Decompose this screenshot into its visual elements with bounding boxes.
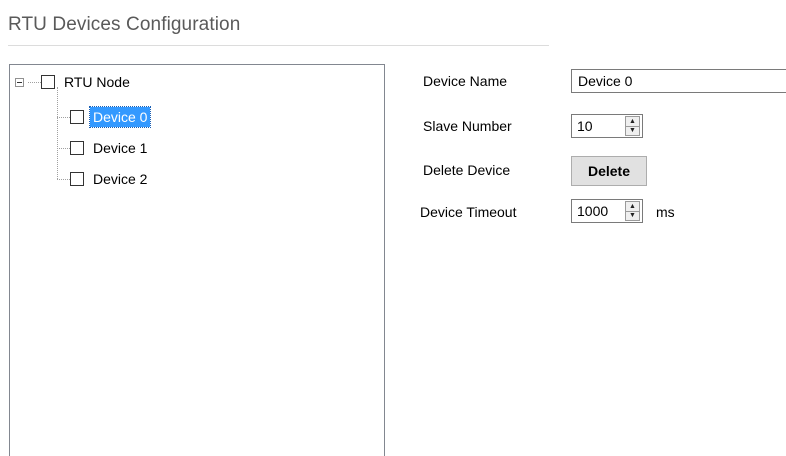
device-1-checkbox[interactable] xyxy=(70,141,84,155)
device-timeout-label: Device Timeout xyxy=(420,204,517,220)
tree-connector-device-0 xyxy=(57,117,70,118)
slave-number-spin-buttons: ▲ ▼ xyxy=(625,116,640,136)
device-tree[interactable]: RTU Node Device 0 Device 1 Device 2 xyxy=(9,64,385,456)
tree-node-rtu-node[interactable]: RTU Node xyxy=(41,71,133,93)
page-title: RTU Devices Configuration xyxy=(8,14,241,35)
delete-device-label: Delete Device xyxy=(423,162,511,178)
rtu-devices-config-page: RTU Devices Configuration RTU Node Devic… xyxy=(0,0,786,456)
tree-connector-root xyxy=(28,82,41,83)
spin-down-icon[interactable]: ▼ xyxy=(626,125,639,135)
device-timeout-stepper[interactable]: 1000 ▲ ▼ xyxy=(571,199,643,223)
rtu-node-checkbox[interactable] xyxy=(41,75,55,89)
tree-connector-vertical xyxy=(57,87,58,179)
spin-down-icon[interactable]: ▼ xyxy=(626,210,639,220)
tree-node-label: RTU Node xyxy=(64,74,130,90)
tree-node-label: Device 2 xyxy=(93,171,148,187)
spin-up-icon[interactable]: ▲ xyxy=(626,117,639,126)
tree-node-device-0[interactable]: Device 0 xyxy=(70,106,152,128)
device-name-input[interactable]: Device 0 xyxy=(571,69,786,93)
slave-number-label: Slave Number xyxy=(423,118,512,134)
device-name-label: Device Name xyxy=(423,73,508,89)
tree-node-label: Device 1 xyxy=(93,140,148,156)
tree-connector-device-2 xyxy=(57,179,70,180)
tree-node-device-2[interactable]: Device 2 xyxy=(70,168,150,190)
device-timeout-spin-buttons: ▲ ▼ xyxy=(625,201,640,221)
slave-number-stepper[interactable]: 10 ▲ ▼ xyxy=(571,114,643,138)
device-0-checkbox[interactable] xyxy=(70,110,84,124)
slave-number-value: 10 xyxy=(577,118,593,134)
tree-node-device-1[interactable]: Device 1 xyxy=(70,137,150,159)
tree-connector-device-1 xyxy=(57,148,70,149)
timeout-unit-label: ms xyxy=(656,204,675,220)
delete-button[interactable]: Delete xyxy=(571,156,647,186)
collapse-toggle-icon[interactable] xyxy=(15,78,24,87)
tree-node-label: Device 0 xyxy=(88,106,152,128)
title-divider xyxy=(8,45,549,46)
device-timeout-value: 1000 xyxy=(577,203,609,219)
spin-up-icon[interactable]: ▲ xyxy=(626,202,639,211)
device-2-checkbox[interactable] xyxy=(70,172,84,186)
